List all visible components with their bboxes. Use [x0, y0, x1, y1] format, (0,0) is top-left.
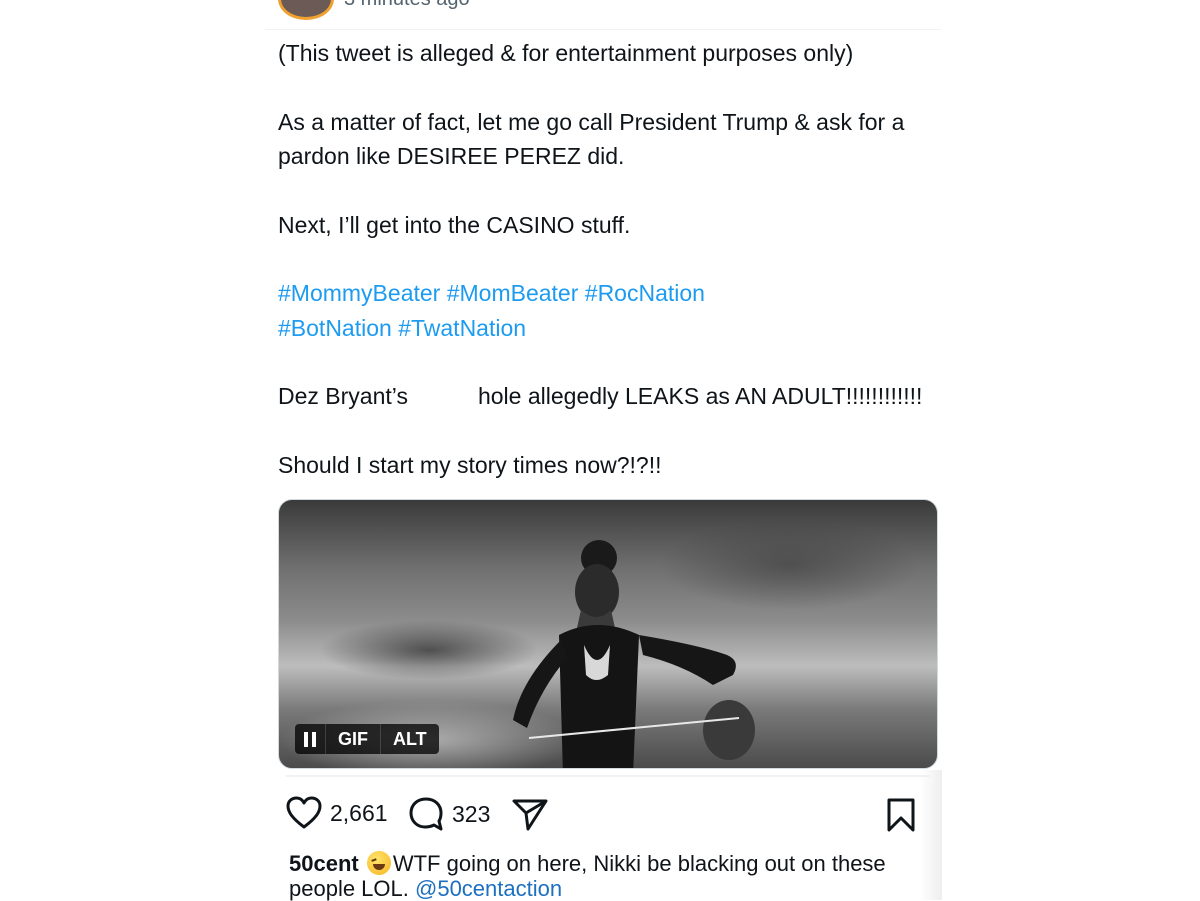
share-button[interactable]: [512, 798, 548, 832]
grinning-squinting-face-icon: [366, 851, 391, 875]
reply-icon: [409, 797, 443, 831]
divider: [286, 775, 930, 777]
caption: 50cent WTF going on here, Nikki be black…: [289, 851, 940, 901]
edge-shadow: [920, 770, 942, 900]
action-bar: 2,661 323: [286, 796, 920, 836]
avatar[interactable]: [278, 0, 334, 20]
hashtag-link[interactable]: #RocNation: [585, 280, 705, 306]
like-count: 2,661: [330, 799, 388, 826]
heart-icon: [286, 796, 322, 829]
share-icon: [512, 799, 548, 831]
hashtag-link[interactable]: #MommyBeater: [278, 280, 440, 306]
tweet-body: (This tweet is alleged & for entertainme…: [278, 36, 958, 482]
alt-badge[interactable]: ALT: [380, 724, 439, 754]
tweet-line-pardon: As a matter of fact, let me go call Pres…: [278, 108, 905, 170]
caption-mention[interactable]: @50centaction: [415, 876, 562, 901]
tweet-line-leaks: Dez Bryant’s hole allegedly LEAKS as AN A…: [278, 379, 958, 414]
tweet-hashtags: #MommyBeater #MomBeater #RocNation #BotN…: [278, 276, 958, 345]
tweet-line-leaks-end: hole allegedly LEAKS as AN ADULT!!!!!!!!…: [477, 383, 923, 409]
timestamp: 3 minutes ago: [344, 0, 470, 11]
hashtag-link[interactable]: #TwatNation: [398, 315, 526, 341]
bookmark-button[interactable]: [886, 798, 916, 832]
divider: [265, 29, 941, 30]
gif-badge: GIF: [325, 724, 380, 754]
media-badges: GIF ALT: [295, 724, 439, 754]
gif-media[interactable]: GIF ALT: [278, 499, 938, 769]
tweet-line-leaks-start: Dez Bryant’s: [278, 383, 408, 409]
like-button[interactable]: 2,661: [286, 796, 388, 830]
hashtag-link[interactable]: #MomBeater: [447, 280, 579, 306]
tweet-disclaimer: (This tweet is alleged & for entertainme…: [278, 40, 854, 66]
caption-username[interactable]: 50cent: [289, 851, 359, 876]
pause-icon[interactable]: [295, 724, 325, 754]
tweet-line-story: Should I start my story times now?!?!!: [278, 451, 662, 478]
bookmark-icon: [887, 798, 915, 832]
hashtag-link[interactable]: #BotNation: [278, 315, 392, 341]
reply-count: 323: [452, 800, 491, 827]
tweet-line-casino: Next, I’ll get into the CASINO stuff.: [278, 211, 631, 238]
reply-button[interactable]: 323: [408, 796, 490, 832]
performer-figure: [513, 540, 755, 768]
